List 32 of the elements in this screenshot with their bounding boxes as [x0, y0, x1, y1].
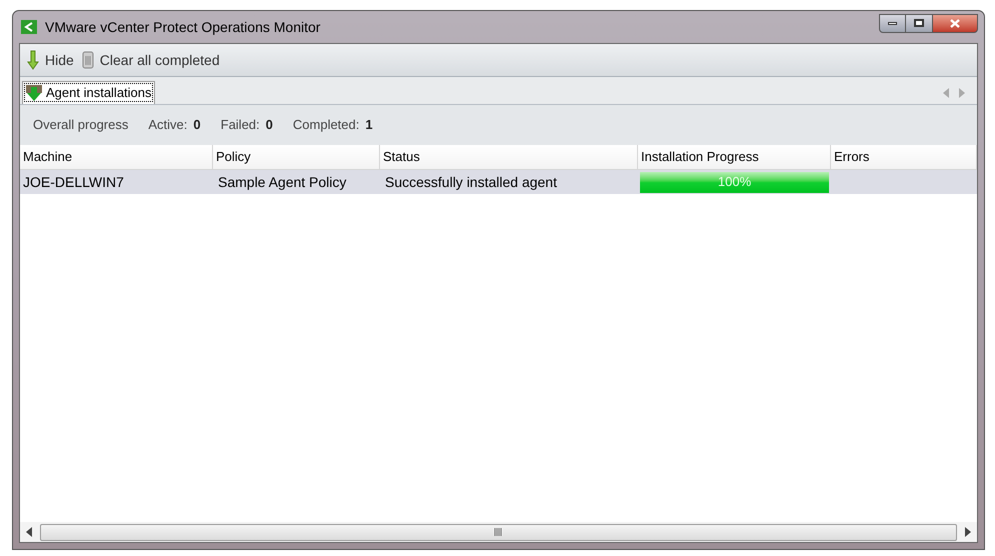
table-row[interactable]: JOE-DELLWIN7 Sample Agent Policy Successfully installed agent 100% — [20, 170, 977, 194]
arrow-down-icon — [27, 50, 39, 70]
window-title: VMware vCenter Protect Operations Monitor — [45, 18, 320, 37]
maximize-button[interactable] — [906, 14, 932, 32]
stat-value: 0 — [266, 116, 273, 134]
hide-button[interactable]: Hide — [26, 50, 75, 70]
close-icon — [950, 18, 960, 28]
progress-reading: 100% — [716, 173, 752, 192]
column-header[interactable]: Installation Progress — [638, 145, 831, 169]
tab[interactable]: Agent installations — [22, 81, 155, 104]
clear-button[interactable]: Clear all completed — [80, 50, 221, 70]
table-cell-text: Successfully installed agent — [384, 172, 558, 192]
stat-value: 0 — [193, 116, 201, 134]
table-cell-text: JOE-DELLWIN7 — [22, 172, 125, 192]
app-logo-icon — [21, 20, 37, 34]
trash-can-icon — [82, 51, 94, 69]
table-cell-text: Sample Agent Policy — [217, 172, 348, 192]
stat-value: 1 — [365, 116, 373, 134]
scroll-right-icon[interactable] — [965, 527, 971, 537]
column-header[interactable]: Errors — [831, 145, 977, 169]
stat-label: Active: — [148, 116, 188, 134]
overall-progress-label: Overall progress — [33, 116, 128, 134]
stat-label: Failed: — [220, 116, 260, 134]
column-header[interactable]: Status — [380, 145, 638, 169]
grip-icon — [494, 528, 503, 536]
minimize-button[interactable] — [879, 14, 906, 32]
download-arrow-icon — [25, 84, 43, 102]
column-header[interactable]: Policy — [213, 145, 380, 169]
scroll-left-icon[interactable] — [26, 527, 32, 537]
stat-label: Completed: — [292, 116, 360, 134]
close-button[interactable] — [932, 14, 978, 32]
column-header[interactable]: Machine — [20, 145, 213, 169]
